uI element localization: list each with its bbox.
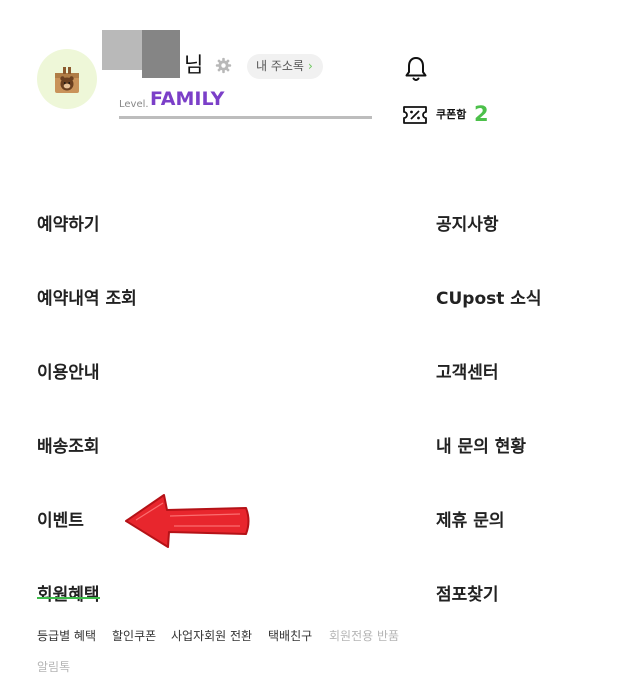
menu-event[interactable]: 이벤트 [37,509,84,533]
sub-link-discount-coupon[interactable]: 할인쿠폰 [112,628,156,644]
menu-reservation[interactable]: 예약하기 [37,213,100,237]
bell-icon[interactable] [403,55,429,83]
level-label: Level. [119,99,149,110]
sub-link-member-return[interactable]: 회원전용 반품 [329,628,399,644]
redacted-name-block [102,30,142,70]
chevron-right-icon: › [307,59,313,73]
profile-avatar [37,49,97,109]
menu-delivery-tracking[interactable]: 배송조회 [37,435,100,459]
coupon-icon[interactable] [402,105,428,125]
menu-notice[interactable]: 공지사항 [436,213,499,237]
menu-usage-guide[interactable]: 이용안내 [37,361,100,385]
level-progress-line [119,116,372,119]
menu-cupost-news[interactable]: CUpost 소식 [436,287,542,311]
menu-reservation-history[interactable]: 예약내역 조회 [37,287,137,311]
coupon-box-link[interactable]: 쿠폰함 [436,107,466,123]
red-arrow-annotation [125,494,250,548]
menu-member-benefits[interactable]: 회원혜택 [37,585,100,605]
menu-partnership-inquiry[interactable]: 제휴 문의 [436,509,504,533]
box-character-icon [55,67,79,93]
sub-link-grade-benefits[interactable]: 등급별 혜택 [37,628,96,644]
address-book-button[interactable]: 내 주소록 › [247,54,323,79]
menu-store-finder[interactable]: 점포찾기 [436,583,499,607]
sub-link-business-conversion[interactable]: 사업자회원 전환 [171,628,252,644]
sub-link-alimtalk[interactable]: 알림톡 [37,659,70,675]
coupon-count: 2 [474,102,489,126]
sub-link-delivery-friend[interactable]: 택배친구 [268,628,312,644]
address-book-label: 내 주소록 [256,59,304,73]
level-value: FAMILY [150,88,225,110]
menu-my-inquiries[interactable]: 내 문의 현황 [436,435,526,459]
redacted-name-block [142,30,180,78]
name-suffix: 님 [184,53,204,77]
gear-icon[interactable] [215,57,232,74]
menu-customer-center[interactable]: 고객센터 [436,361,499,385]
